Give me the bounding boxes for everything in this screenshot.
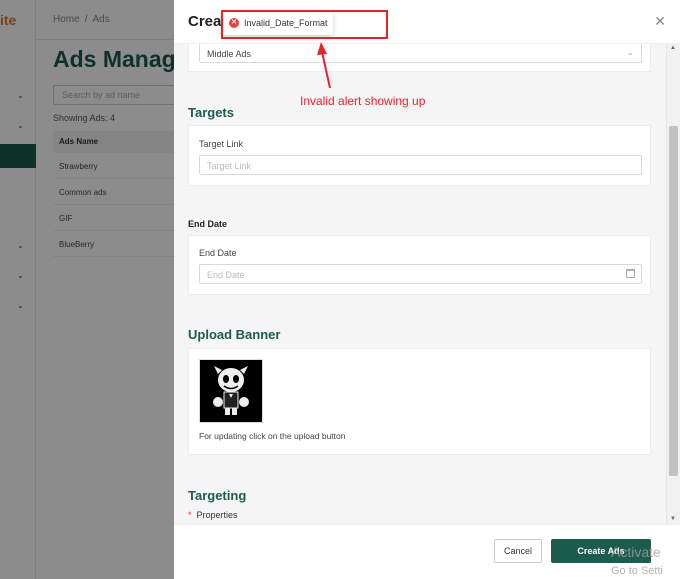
annotation-arrow [317, 42, 331, 89]
activation-watermark: Activate [611, 544, 661, 560]
activation-watermark-sub: Go to Setti [611, 565, 663, 577]
annotation-text: Invalid alert showing up [300, 94, 426, 108]
